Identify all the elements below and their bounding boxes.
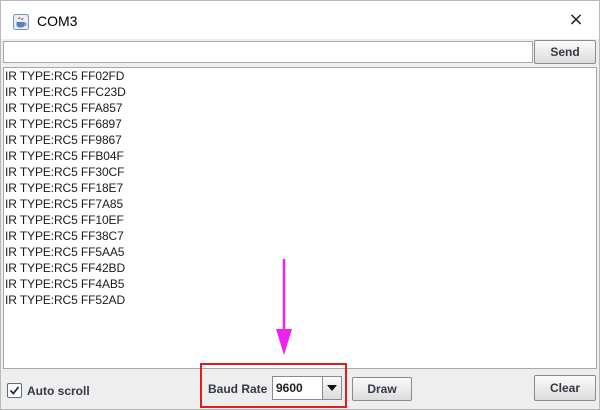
output-line: IR TYPE:RC5 FF30CF <box>5 165 125 179</box>
output-line: IR TYPE:RC5 FF42BD <box>5 261 126 275</box>
send-bar: Send <box>1 39 599 67</box>
annotation-arrow-down-icon <box>276 259 292 355</box>
output-line: IR TYPE:RC5 FF52AD <box>5 293 126 307</box>
send-input[interactable] <box>3 41 533 63</box>
output-line: IR TYPE:RC5 FF10EF <box>5 213 124 227</box>
output-line: IR TYPE:RC5 FF6897 <box>5 117 122 131</box>
serial-output[interactable]: IR TYPE:RC5 FF02FD IR TYPE:RC5 FFC23D IR T… <box>3 67 597 369</box>
java-app-icon <box>13 14 29 30</box>
autoscroll-label: Auto scroll <box>27 384 90 398</box>
checkmark-icon <box>9 386 20 395</box>
dropdown-arrow-button[interactable] <box>322 377 341 399</box>
output-line: IR TYPE:RC5 FFB04F <box>5 149 124 163</box>
output-line: IR TYPE:RC5 FF9867 <box>5 133 122 147</box>
close-button[interactable]: × <box>553 1 599 39</box>
baud-rate-label: Baud Rate <box>208 382 268 396</box>
baud-rate-value: 9600 <box>276 381 303 395</box>
title-bar: COM3 × <box>1 1 599 39</box>
serial-monitor-window: COM3 × Send IR TYPE:RC5 FF02FD IR TYPE:RC… <box>0 0 600 410</box>
baud-rate-select[interactable]: 9600 <box>272 376 342 400</box>
checkbox-box[interactable] <box>7 383 22 398</box>
output-line: IR TYPE:RC5 FFA857 <box>5 101 123 115</box>
output-line: IR TYPE:RC5 FF02FD <box>5 69 125 83</box>
output-line: IR TYPE:RC5 FF38C7 <box>5 229 124 243</box>
output-line: IR TYPE:RC5 FF4AB5 <box>5 277 125 291</box>
output-line: IR TYPE:RC5 FFC23D <box>5 85 126 99</box>
draw-button[interactable]: Draw <box>352 377 412 401</box>
output-line: IR TYPE:RC5 FF7A85 <box>5 197 124 211</box>
clear-button[interactable]: Clear <box>534 375 596 401</box>
close-icon: × <box>568 9 584 30</box>
output-line: IR TYPE:RC5 FF5AA5 <box>5 245 125 259</box>
send-button[interactable]: Send <box>534 40 596 64</box>
output-line: IR TYPE:RC5 FF18E7 <box>5 181 124 195</box>
triangle-down-icon <box>327 385 337 391</box>
window-title: COM3 <box>37 13 78 29</box>
